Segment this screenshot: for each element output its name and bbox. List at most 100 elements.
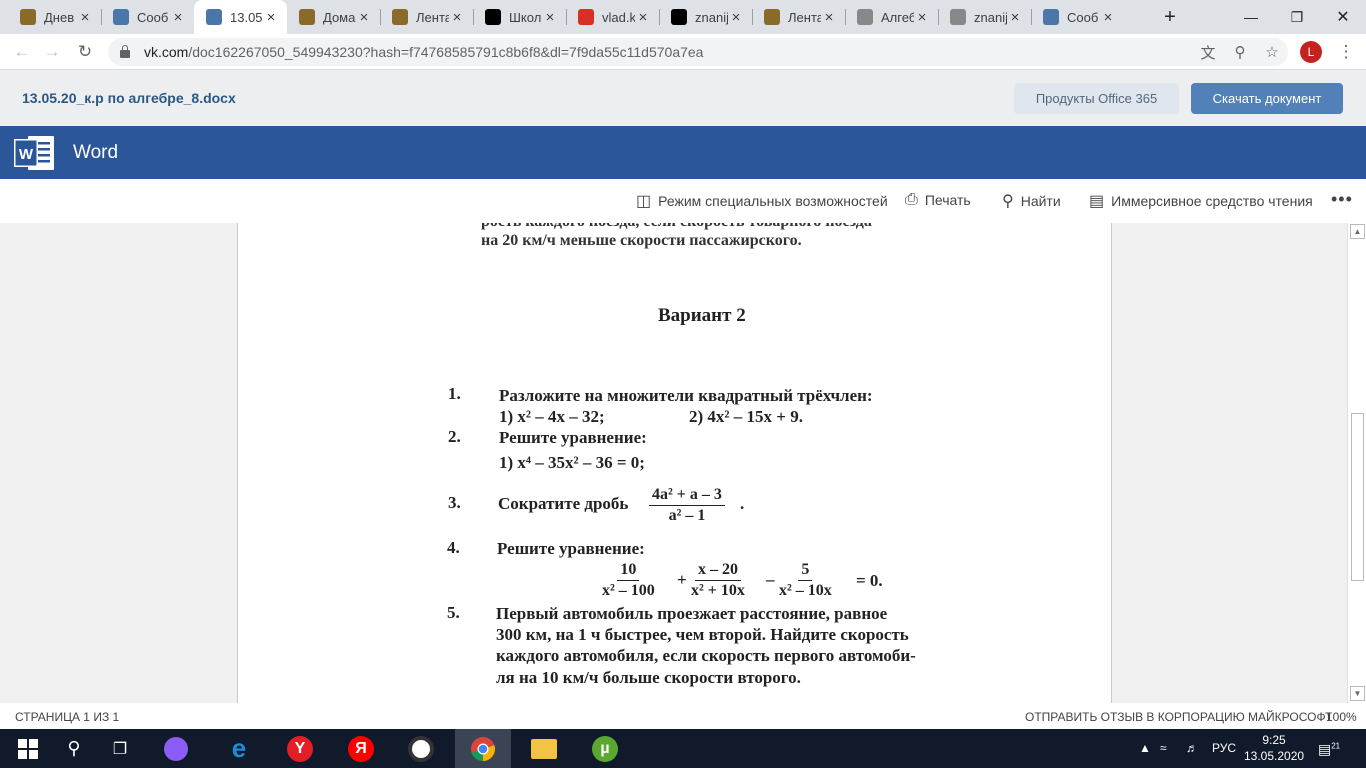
alice-icon[interactable] [148, 729, 204, 768]
task-view-icon[interactable]: ❐ [92, 729, 148, 768]
profile-avatar[interactable]: L [1300, 41, 1322, 63]
find-button[interactable]: ⚲ Найти [1002, 191, 1061, 211]
task-5-line4: ля на 10 км/ч больше скорости второго. [496, 668, 801, 687]
url-host: vk.com [144, 44, 189, 60]
yandex-browser-icon[interactable]: Y [272, 729, 328, 768]
browser-tab[interactable]: Сооб × [101, 0, 194, 34]
browser-tab[interactable]: Сооб × [1031, 0, 1124, 34]
task-4-fraction-1: 10 x² – 100 [602, 560, 655, 601]
close-tab-icon[interactable]: × [728, 9, 744, 26]
close-tab-icon[interactable]: × [356, 9, 372, 26]
url-input[interactable]: vk.com/doc162267050_549943230?hash=f7476… [108, 38, 1288, 66]
notification-count: 21 [1331, 741, 1341, 751]
fraction-numerator: x – 20 [694, 560, 741, 581]
close-tab-icon[interactable]: × [1007, 9, 1023, 26]
zoom-level[interactable]: 100% [1326, 710, 1357, 724]
clock-time: 9:25 [1262, 733, 1286, 747]
browser-tab[interactable]: Алгеб × [845, 0, 938, 34]
utorrent-icon[interactable]: µ [577, 729, 633, 768]
close-tab-icon[interactable]: × [263, 9, 279, 26]
file-explorer-icon[interactable] [516, 729, 572, 768]
restore-button[interactable]: ❐ [1274, 0, 1320, 34]
volume-icon[interactable]: ♬ [1186, 741, 1198, 755]
accessibility-mode-button[interactable]: ◫ Режим специальных возможностей [636, 191, 888, 211]
task-4-fraction-3: 5 x² – 10x [779, 560, 832, 601]
znanija-icon [485, 9, 501, 25]
task-5-line2: 300 км, на 1 ч быстрее, чем второй. Найд… [496, 625, 909, 644]
document-page: рость каждого поезда, если скорость това… [237, 223, 1112, 703]
fraction-numerator: 10 [617, 560, 640, 581]
office-products-button[interactable]: Продукты Office 365 [1014, 83, 1179, 114]
close-tab-icon[interactable]: × [542, 9, 558, 26]
fraction-numerator: 4a² + a – 3 [649, 485, 725, 506]
new-tab-button[interactable]: + [1147, 0, 1193, 34]
minimize-button[interactable]: — [1228, 0, 1274, 34]
more-options-icon[interactable]: ••• [1331, 189, 1353, 210]
network-icon[interactable]: ≈ [1160, 741, 1167, 755]
forward-icon[interactable]: → [40, 40, 64, 64]
tab-title: Школ [509, 9, 542, 25]
feedback-link[interactable]: ОТПРАВИТЬ ОТЗЫВ В КОРПОРАЦИЮ МАЙКРОСОФТ [1025, 710, 1332, 724]
browser-tab[interactable]: Школ × [473, 0, 566, 34]
bookmark-star-icon[interactable]: ☆ [1260, 40, 1284, 64]
prev-task-line1: рость каждого поезда, если скорость това… [481, 223, 872, 231]
browser-tab[interactable]: 13.05 × [194, 0, 287, 34]
browser-tab[interactable]: Лента × [380, 0, 473, 34]
reload-icon[interactable]: ↻ [73, 40, 97, 64]
immersive-label: Иммерсивное средство чтения [1111, 193, 1313, 209]
zoom-icon[interactable]: ⚲ [1228, 40, 1252, 64]
print-button[interactable]: ⎙ Печать [905, 191, 971, 209]
tray-expand-icon[interactable]: ▲ [1139, 741, 1151, 755]
chrome-icon[interactable] [455, 729, 511, 768]
notifications-icon[interactable]: ▤21 [1318, 741, 1340, 758]
browser-tab-bar: Днев × Сооб × 13.05 × Дома × Лента × Школ × vlad.k × z… [0, 0, 1366, 34]
close-tab-icon[interactable]: × [821, 9, 837, 26]
browser-tab[interactable]: znanij × [659, 0, 752, 34]
document-viewport[interactable]: рость каждого поезда, если скорость това… [0, 223, 1347, 703]
prev-task-line2: на 20 км/ч меньше скорости пассажирского… [481, 232, 802, 249]
browser-tab[interactable]: Лента × [752, 0, 845, 34]
back-icon[interactable]: ← [10, 40, 34, 64]
browser-menu-icon[interactable]: ⋮ [1334, 40, 1358, 64]
tab-title: Дома [323, 9, 356, 25]
download-document-button[interactable]: Скачать документ [1191, 83, 1343, 114]
system-clock[interactable]: 9:25 13.05.2020 [1244, 732, 1304, 764]
browser-tab[interactable]: znanij × [938, 0, 1031, 34]
immersive-reader-button[interactable]: ▤ Иммерсивное средство чтения [1089, 191, 1313, 211]
task-1-text: Разложите на множители квадратный трёхчл… [499, 386, 873, 405]
browser-tab[interactable]: Дома × [287, 0, 380, 34]
close-tab-icon[interactable]: × [170, 9, 186, 26]
browser-tab[interactable]: Днев × [8, 0, 101, 34]
close-window-button[interactable]: ✕ [1320, 0, 1366, 34]
tab-title: Алгеб [881, 9, 914, 25]
close-tab-icon[interactable]: × [914, 9, 930, 26]
translate-icon[interactable]: 文 [1196, 40, 1220, 64]
close-tab-icon[interactable]: × [635, 9, 651, 26]
scroll-down-icon[interactable]: ▼ [1350, 686, 1365, 701]
chat-icon [1043, 9, 1059, 25]
task-2-number: 2. [448, 427, 461, 446]
edge-icon[interactable]: e [211, 729, 267, 768]
windows-taskbar: ⚲ ❐ e Y Я µ ▲ ≈ ♬ РУС 9:25 13.05.2020 ▤2… [0, 729, 1366, 768]
close-tab-icon[interactable]: × [77, 9, 93, 26]
task-1-number: 1. [448, 384, 461, 403]
close-tab-icon[interactable]: × [449, 9, 465, 26]
scroll-up-icon[interactable]: ▲ [1350, 224, 1365, 239]
language-indicator[interactable]: РУС [1212, 741, 1236, 755]
browser-tab[interactable]: vlad.k × [566, 0, 659, 34]
vk-doc-header: 13.05.20_к.р по алгебре_8.docx Продукты … [0, 70, 1366, 126]
svg-text:W: W [19, 146, 34, 163]
tab-title: znanij [695, 9, 728, 25]
task-3-number: 3. [448, 493, 461, 512]
yandex-icon[interactable]: Я [333, 729, 389, 768]
close-tab-icon[interactable]: × [1100, 9, 1116, 26]
task-5-number: 5. [447, 603, 460, 622]
tab-title: Сооб [1067, 9, 1099, 25]
tab-title: Днев [44, 9, 75, 25]
vertical-scrollbar[interactable]: ▲ ▼ [1347, 223, 1366, 703]
address-bar-row: ← → ↻ vk.com/doc162267050_549943230?hash… [0, 34, 1366, 70]
app-shield-icon[interactable] [393, 729, 449, 768]
hand-icon [764, 9, 780, 25]
scrollbar-thumb[interactable] [1351, 413, 1364, 581]
fraction-denominator: x² – 100 [602, 582, 655, 599]
